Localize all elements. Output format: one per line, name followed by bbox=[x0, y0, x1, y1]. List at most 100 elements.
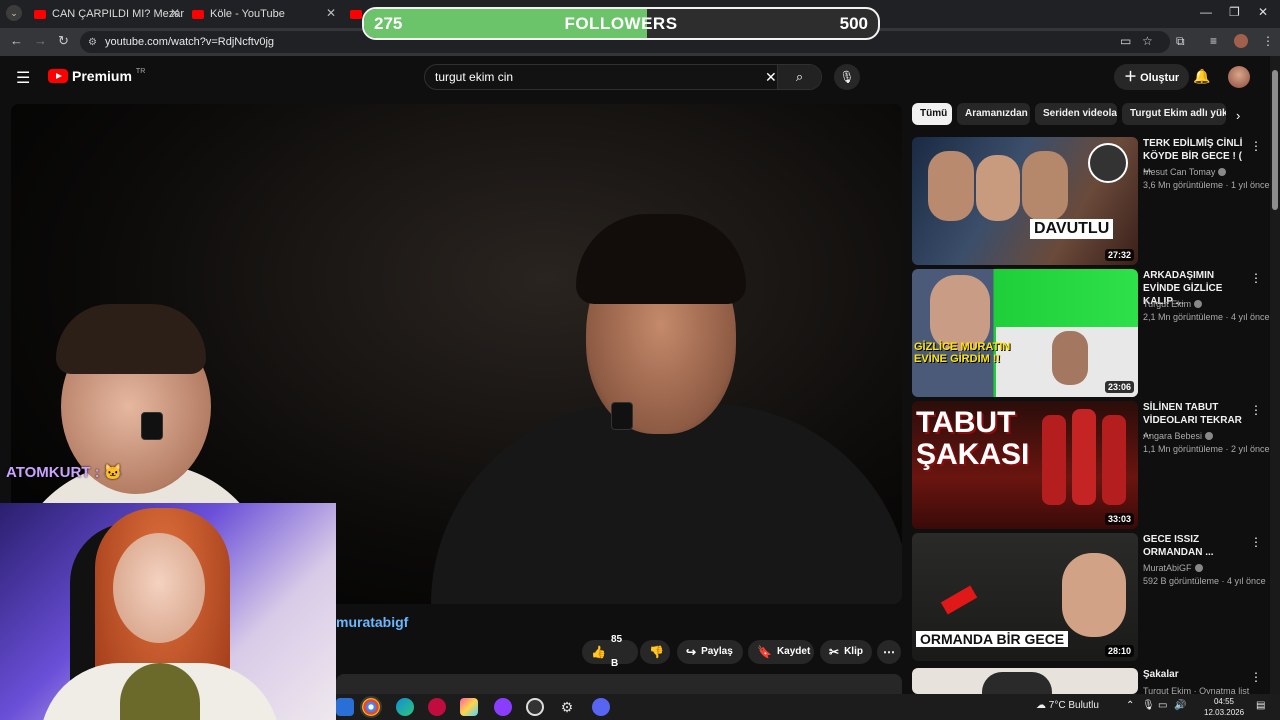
forward-icon[interactable]: → bbox=[34, 33, 47, 48]
back-icon[interactable]: ← bbox=[10, 33, 23, 48]
weather-text: 7°C Bulutlu bbox=[1048, 700, 1099, 711]
recommendation-item[interactable]: TABUT ŞAKASI 33:03 SİLİNEN TABUT VİDEOLA… bbox=[912, 401, 1270, 529]
verified-badge-icon bbox=[1194, 564, 1203, 572]
channel-name[interactable]: muratabigf bbox=[336, 614, 408, 630]
clip-label: Klip bbox=[844, 646, 863, 657]
obs-icon[interactable] bbox=[526, 698, 544, 716]
settings-gear-icon[interactable]: ⚙ bbox=[558, 698, 576, 716]
browser-menu-icon[interactable]: ⋮ bbox=[1262, 34, 1274, 48]
save-button[interactable]: 🔖 Kaydet bbox=[748, 640, 814, 664]
tab-kole[interactable]: Köle - YouTube ✕ bbox=[184, 3, 340, 25]
dislike-button[interactable]: 👎 bbox=[640, 640, 670, 664]
thumb-red-arrow-icon bbox=[940, 585, 978, 615]
recommendation-item[interactable]: ORMANDA BİR GECE 28:10 GECE ISSIZ ORMAND… bbox=[912, 533, 1266, 661]
more-vert-icon[interactable]: ⋮ bbox=[1250, 403, 1262, 417]
search-box[interactable]: turgut ekim cin ✕ ⌕ bbox=[424, 64, 822, 90]
video-channel[interactable]: Angara Bebesi bbox=[1143, 431, 1214, 441]
create-label: Oluştur bbox=[1140, 72, 1180, 84]
more-horizontal-icon: ⋯ bbox=[883, 645, 895, 659]
clock-date: 12.03.2026 bbox=[1204, 708, 1245, 717]
chip-channel-uploads[interactable]: Turgut Ekim adlı yükle bbox=[1122, 103, 1226, 125]
chevron-right-icon[interactable]: › bbox=[1236, 108, 1240, 123]
close-tab-icon[interactable]: ✕ bbox=[170, 6, 180, 20]
cast-icon[interactable]: ▭ bbox=[1120, 34, 1131, 48]
discord-icon[interactable] bbox=[592, 698, 610, 716]
video-channel[interactable]: Mesut Can Tomay bbox=[1143, 167, 1227, 177]
media-icon[interactable]: ≡ bbox=[1210, 34, 1217, 48]
account-avatar[interactable] bbox=[1228, 66, 1250, 88]
restore-icon[interactable]: ❐ bbox=[1229, 5, 1240, 19]
like-button[interactable]: 👍 85 B bbox=[582, 634, 638, 669]
reload-icon[interactable]: ↻ bbox=[58, 33, 69, 49]
extensions-icon[interactable]: ⧉ bbox=[1176, 34, 1185, 49]
close-window-icon[interactable]: ✕ bbox=[1258, 5, 1268, 19]
guide-menu-icon[interactable]: ☰ bbox=[16, 68, 30, 88]
notifications-bell-icon[interactable]: 🔔 bbox=[1193, 68, 1210, 85]
video-person-right-hair bbox=[576, 214, 746, 304]
clear-search-icon[interactable]: ✕ bbox=[765, 69, 777, 86]
chip-from-search[interactable]: Aramanızdan bbox=[957, 103, 1030, 125]
page-scrollbar[interactable] bbox=[1270, 56, 1280, 720]
video-thumbnail[interactable]: GİZLİCE MURATIN EVİNE GİRDİM !! 23:06 bbox=[912, 269, 1138, 397]
volume-tray-icon[interactable]: 🔊 bbox=[1174, 700, 1186, 711]
video-thumbnail[interactable]: ORMANDA BİR GECE 28:10 bbox=[912, 533, 1138, 661]
profile-avatar[interactable] bbox=[1234, 34, 1248, 48]
thumb-figure bbox=[1102, 415, 1126, 505]
youtube-logo[interactable]: Premium TR bbox=[48, 68, 145, 84]
bookmark-star-icon[interactable]: ☆ bbox=[1142, 34, 1153, 48]
minimize-icon[interactable]: — bbox=[1200, 5, 1212, 19]
chip-series[interactable]: Seriden videolar bbox=[1035, 103, 1117, 125]
youtube-favicon-icon bbox=[34, 9, 46, 19]
video-meta: 3,6 Mn görüntüleme · 1 yıl önce bbox=[1143, 180, 1270, 190]
tab-active[interactable] bbox=[342, 3, 364, 25]
clip-button[interactable]: ✂ Klip bbox=[820, 640, 872, 664]
notifications-tray-icon[interactable]: ▤ bbox=[1256, 700, 1265, 711]
more-vert-icon[interactable]: ⋮ bbox=[1250, 139, 1262, 153]
more-vert-icon[interactable]: ⋮ bbox=[1250, 670, 1262, 684]
video-channel[interactable]: MuratAbiGF bbox=[1143, 563, 1203, 573]
search-button[interactable]: ⌕ bbox=[777, 65, 821, 89]
create-button[interactable]: ＋ Oluştur bbox=[1114, 64, 1190, 90]
scrollbar-thumb[interactable] bbox=[1272, 70, 1278, 210]
network-tray-icon[interactable]: ▭ bbox=[1158, 700, 1167, 711]
app-icon[interactable] bbox=[460, 698, 478, 716]
video-channel[interactable]: Turgut Ekim bbox=[1143, 299, 1203, 309]
close-tab-icon[interactable]: ✕ bbox=[326, 6, 336, 20]
chrome-icon[interactable] bbox=[360, 696, 382, 718]
video-thumbnail[interactable]: DAVUTLU 27:32 bbox=[912, 137, 1138, 265]
tab-mezarlik[interactable]: CAN ÇARPILDI MI? Mezarlık Bel ✕ bbox=[26, 3, 184, 25]
search-input[interactable]: turgut ekim cin bbox=[435, 70, 513, 84]
channel-text: Angara Bebesi bbox=[1143, 431, 1203, 441]
site-info-icon[interactable]: ⚙ bbox=[88, 37, 97, 48]
video-thumbnail[interactable]: TABUT ŞAKASI 33:03 bbox=[912, 401, 1138, 529]
cloud-icon: ☁ bbox=[1036, 700, 1046, 711]
playlist-title[interactable]: Şakalar bbox=[1143, 668, 1247, 681]
recommendation-item[interactable]: GİZLİCE MURATIN EVİNE GİRDİM !! 23:06 AR… bbox=[912, 269, 1270, 397]
share-icon: ↪ bbox=[686, 645, 697, 659]
more-vert-icon[interactable]: ⋮ bbox=[1250, 271, 1262, 285]
chip-all[interactable]: Tümü bbox=[912, 103, 952, 125]
video-title[interactable]: GECE ISSIZ ORMANDAN ... bbox=[1143, 533, 1247, 559]
clock-time: 04:55 bbox=[1213, 697, 1235, 706]
tab-search-button[interactable]: ⌄ bbox=[6, 5, 22, 21]
scissors-icon: ✂ bbox=[829, 645, 840, 659]
explorer-icon[interactable] bbox=[336, 698, 354, 716]
voice-search-button[interactable]: 🎙 bbox=[834, 64, 860, 90]
microphone-tray-icon[interactable]: 🎙 bbox=[1142, 700, 1155, 711]
app-icon[interactable] bbox=[494, 698, 512, 716]
taskbar-clock[interactable]: 04:55 12.03.2026 bbox=[1204, 696, 1244, 718]
playlist-channel[interactable]: Turgut Ekim · Oynatma list bbox=[1143, 686, 1249, 694]
weather-widget[interactable]: ☁ 7°C Bulutlu bbox=[1036, 700, 1099, 711]
share-button[interactable]: ↪ Paylaş bbox=[677, 640, 743, 664]
more-actions-button[interactable]: ⋯ bbox=[877, 640, 901, 664]
playlist-thumbnail[interactable] bbox=[912, 668, 1138, 694]
plus-icon: ＋ bbox=[1124, 69, 1138, 84]
tray-chevron-icon[interactable]: ⌃ bbox=[1126, 700, 1134, 711]
opera-icon[interactable] bbox=[428, 698, 446, 716]
youtube-header: ☰ Premium TR turgut ekim cin ✕ ⌕ 🎙 ＋ Olu… bbox=[0, 56, 1270, 100]
description-box[interactable] bbox=[336, 674, 902, 694]
more-vert-icon[interactable]: ⋮ bbox=[1250, 535, 1262, 549]
recommendation-item[interactable]: Şakalar Turgut Ekim · Oynatma list ⋮ bbox=[912, 668, 1264, 694]
recommendation-item[interactable]: DAVUTLU 27:32 TERK EDİLMİŞ CİNLİ KÖYDE B… bbox=[912, 137, 1270, 265]
edge-icon[interactable] bbox=[396, 698, 414, 716]
